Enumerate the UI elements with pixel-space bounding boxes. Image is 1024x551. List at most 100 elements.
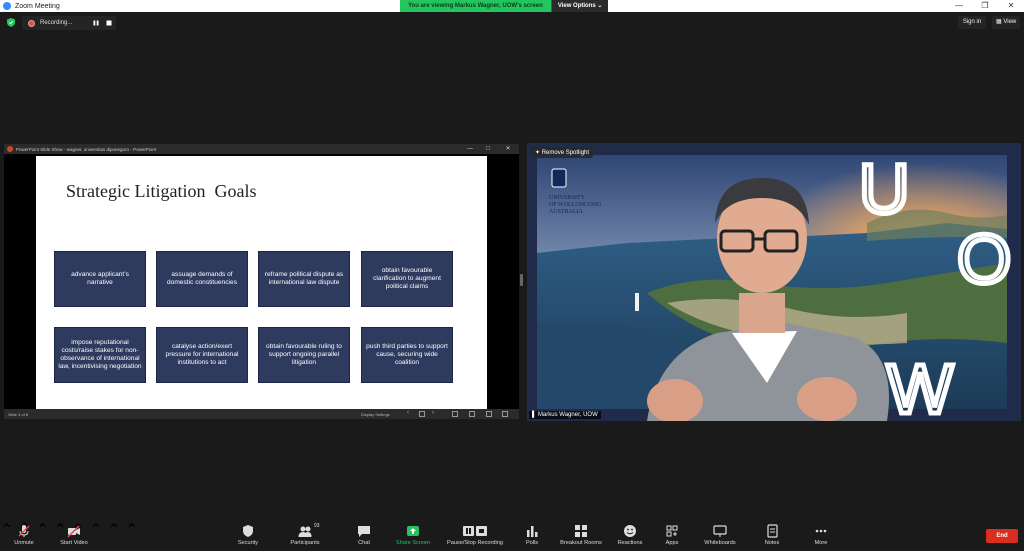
polls-icon (527, 526, 538, 537)
participant-name: Markus Wagner, UOW (537, 412, 598, 418)
remove-spotlight-label: Remove Spotlight (541, 150, 590, 156)
video-background: U O W UNIVERSITY OF WOLLONGONG AUSTRALIA (527, 143, 1021, 421)
more-label: More (814, 540, 828, 546)
view-label: View (1003, 19, 1017, 25)
spotlight-icon: ✦ (535, 150, 541, 156)
breakout-rooms-label: Breakout Rooms (560, 540, 602, 546)
view-button[interactable]: ▦ View (992, 16, 1020, 29)
goal-box: obtain favourable ruling to support ongo… (258, 327, 350, 383)
shared-screen: PowerPoint Slide Show - wagner, universi… (4, 144, 519, 419)
goal-box: impose reputational costs/raise stakes f… (54, 327, 146, 383)
notes-button[interactable]: Notes (758, 520, 786, 551)
unmute-button[interactable]: Unmute (5, 520, 43, 551)
participants-icon (298, 526, 312, 537)
logo-line-3: AUSTRALIA (549, 209, 584, 215)
security-label: Security (237, 540, 259, 546)
more-button[interactable]: More (808, 520, 834, 551)
muted-mic-icon (18, 525, 30, 537)
slide-counter: Slide 3 of 8 (8, 412, 29, 417)
logo-line-2: OF WOLLONGONG (549, 202, 602, 208)
whiteboards-chevron-icon[interactable]: ⌃ (107, 522, 120, 539)
slide-title: Strategic Litigation Goals (66, 181, 257, 201)
meeting-toolbar: Unmute ⌃ Start Video ⌃ Security 93 Parti… (0, 520, 1024, 551)
share-screen-icon (407, 526, 419, 536)
participants-count: 93 (314, 523, 320, 529)
participants-label: Participants (290, 540, 320, 546)
notes-chevron-icon[interactable]: ⌃ (125, 522, 138, 539)
reading-view-icon[interactable] (469, 411, 475, 417)
polls-label: Polls (525, 540, 539, 546)
prev-slide-icon[interactable]: ‹ (407, 410, 413, 416)
apps-icon (666, 525, 678, 537)
pause-stop-recording-button[interactable]: Pause/Stop Recording (442, 520, 508, 551)
zoom-app-icon (3, 2, 11, 10)
powerpoint-icon (7, 146, 13, 152)
share-banner-message: You are viewing Markus Wagner, UOW's scr… (400, 0, 551, 12)
signal-icon: ▌ (532, 412, 537, 418)
bg-letter-o: O (957, 220, 1011, 298)
slide: Strategic Litigation Goals advance appli… (36, 156, 487, 409)
next-slide-icon[interactable]: › (432, 410, 438, 416)
participants-button[interactable]: 93 Participants (284, 520, 326, 551)
breakout-rooms-button[interactable]: Breakout Rooms (555, 520, 607, 551)
apps-label: Apps (665, 540, 679, 546)
breakout-rooms-icon (575, 525, 587, 537)
pause-recording-icon[interactable] (92, 19, 100, 27)
goal-box: push third parties to support cause, sec… (361, 327, 453, 383)
display-settings-button[interactable]: Display Settings (361, 412, 390, 417)
notes-label: Notes (764, 540, 780, 546)
reactions-label: Reactions (617, 540, 643, 546)
speaker-video: U O W UNIVERSITY OF WOLLONGONG AUSTRALIA… (527, 143, 1021, 421)
ppt-title-bar: PowerPoint Slide Show - wagner, universi… (4, 144, 519, 154)
goal-box: obtain favourable clarification to augme… (361, 251, 453, 307)
more-icon (815, 529, 827, 533)
view-options-button[interactable]: View Options ⌄ (550, 0, 609, 12)
resize-handle[interactable] (520, 274, 523, 286)
chat-button[interactable]: Chat (350, 520, 378, 551)
window-title: Zoom Meeting (15, 2, 60, 10)
polls-button[interactable]: Polls (518, 520, 546, 551)
recording-indicator: Recording... (22, 16, 116, 30)
security-shield-icon (243, 525, 253, 537)
bg-letter-w: W (887, 350, 953, 421)
pause-stop-icon (463, 526, 487, 536)
slideshow-icon[interactable] (486, 411, 492, 417)
logo-line-1: UNIVERSITY (549, 195, 586, 201)
apps-button[interactable]: Apps (660, 520, 684, 551)
stop-recording-icon[interactable] (105, 19, 113, 27)
ppt-restore-icon[interactable]: □ (480, 144, 496, 154)
sign-in-button[interactable]: Sign in (958, 16, 986, 29)
normal-view-icon[interactable] (452, 411, 458, 417)
goal-box: reframe political dispute as internation… (258, 251, 350, 307)
share-screen-button[interactable]: Share Screen (392, 520, 434, 551)
whiteboards-label: Whiteboards (704, 540, 736, 546)
shield-icon[interactable] (7, 18, 15, 27)
remove-spotlight-button[interactable]: ✦ Remove Spotlight (531, 147, 594, 158)
zoom-fit-icon[interactable] (502, 411, 508, 417)
reactions-button[interactable]: Reactions (612, 520, 648, 551)
video-off-icon (67, 525, 80, 538)
goal-box: assuage demands of domestic constituenci… (156, 251, 248, 307)
notes-icon (767, 524, 778, 538)
security-button[interactable]: Security (230, 520, 266, 551)
start-video-button[interactable]: Start Video (54, 520, 94, 551)
share-banner: You are viewing Markus Wagner, UOW's scr… (400, 0, 609, 12)
record-icon (28, 19, 35, 27)
close-icon[interactable]: ✕ (996, 0, 1024, 12)
ppt-minimize-icon[interactable]: — (462, 144, 478, 154)
recording-label: Recording... (40, 20, 73, 26)
whiteboards-button[interactable]: Whiteboards (698, 520, 742, 551)
start-video-label: Start Video (60, 540, 88, 546)
ppt-close-icon[interactable]: ✕ (500, 144, 516, 154)
ppt-status-bar: Slide 3 of 8 Display Settings ‹ › (4, 409, 519, 419)
chat-icon (358, 526, 370, 537)
share-screen-label: Share Screen (395, 540, 431, 546)
ppt-window-title: PowerPoint Slide Show - wagner, universi… (16, 146, 157, 152)
slide-sorter-icon[interactable] (419, 411, 425, 417)
end-meeting-button[interactable]: End (986, 529, 1018, 543)
reactions-icon (624, 525, 636, 537)
whiteboard-icon (713, 525, 727, 537)
bg-letter-u: U (859, 150, 910, 228)
pause-stop-recording-label: Pause/Stop Recording (447, 540, 503, 546)
goal-box: advance applicant’s narrative (54, 251, 146, 307)
